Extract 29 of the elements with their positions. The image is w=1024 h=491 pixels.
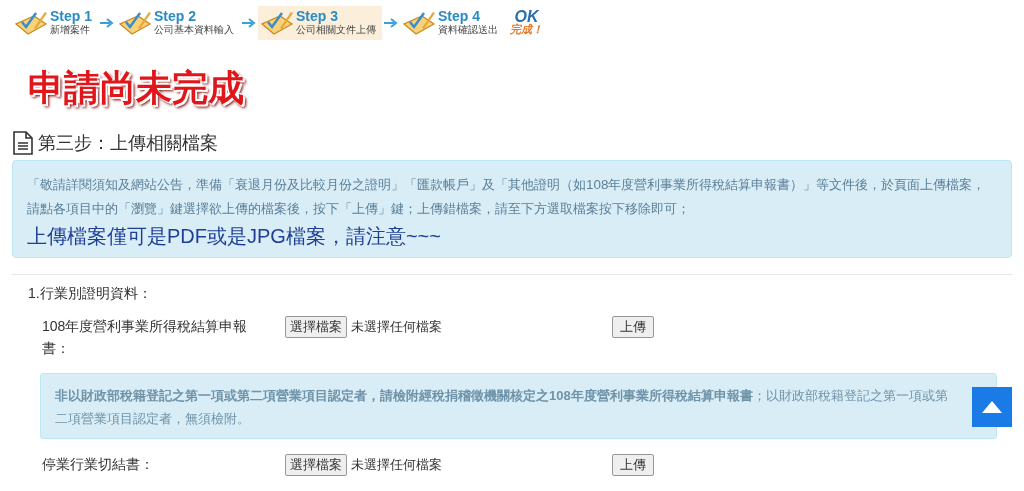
document-icon (12, 131, 34, 155)
choose-file-button[interactable]: 選擇檔案 (285, 316, 347, 338)
group-title: 1.行業別證明資料： (28, 284, 153, 303)
notice-emphasis: 上傳檔案僅可是PDF或是JPG檔案，請注意~~~ (27, 224, 442, 249)
up-triangle-icon (982, 401, 1002, 413)
arrow-icon (242, 18, 256, 28)
field-label: 108年度營利事業所得稅結算申報書： (41, 317, 249, 358)
field-label: 停業行業切結書： (41, 455, 155, 474)
step-tab[interactable]: Step 2 公司基本資料輸入 (116, 6, 240, 40)
upload-button[interactable]: 上傳 (612, 454, 654, 476)
checklist-pencil-icon (402, 10, 436, 36)
note-text: 非以財政部稅籍登記之第一項或第二項營業項目認定者，請檢附經稅捐稽徵機關核定之108年度營利事業所得稅結算申報書；以財政部稅籍登記之第一項或第二項營業項目認定者，無須檢附。 (55, 387, 949, 428)
arrow-icon (384, 18, 398, 28)
checklist-pencil-icon (14, 10, 48, 36)
arrow-icon (100, 18, 114, 28)
finish-step: OK 完成！ (510, 10, 543, 36)
step-tab[interactable]: Step 3 公司相關文件上傳 (258, 6, 382, 40)
notice-text: 「敬請詳閱須知及網站公告，準備「衰退月份及比較月份之證明」「匯款帳戶」及「其他證明（如108年度營利事業所得稅結算申報書）」等文件後，於頁面上傳檔案，請點各項目中的「瀏覽」鍵選擇欲上傳的檔案後，按下「上傳」鍵；上傳錯檔案，請至下方選取檔案按下移除即可； (27, 176, 987, 218)
choose-file-button[interactable]: 選擇檔案 (285, 454, 347, 476)
step-tab[interactable]: Step 1 新增案件 (12, 6, 98, 40)
file-status-text: 未選擇任何檔案 (351, 318, 442, 337)
checklist-pencil-icon (260, 10, 294, 36)
status-title: 申請尚未完成 (28, 68, 244, 108)
checklist-pencil-icon (118, 10, 152, 36)
section-title: 第三步：上傳相關檔案 (38, 131, 218, 155)
file-status-text: 未選擇任何檔案 (351, 456, 442, 475)
step-tab[interactable]: Step 4 資料確認送出 (400, 6, 504, 40)
scroll-to-top-button[interactable] (972, 387, 1012, 427)
upload-button[interactable]: 上傳 (612, 316, 654, 338)
